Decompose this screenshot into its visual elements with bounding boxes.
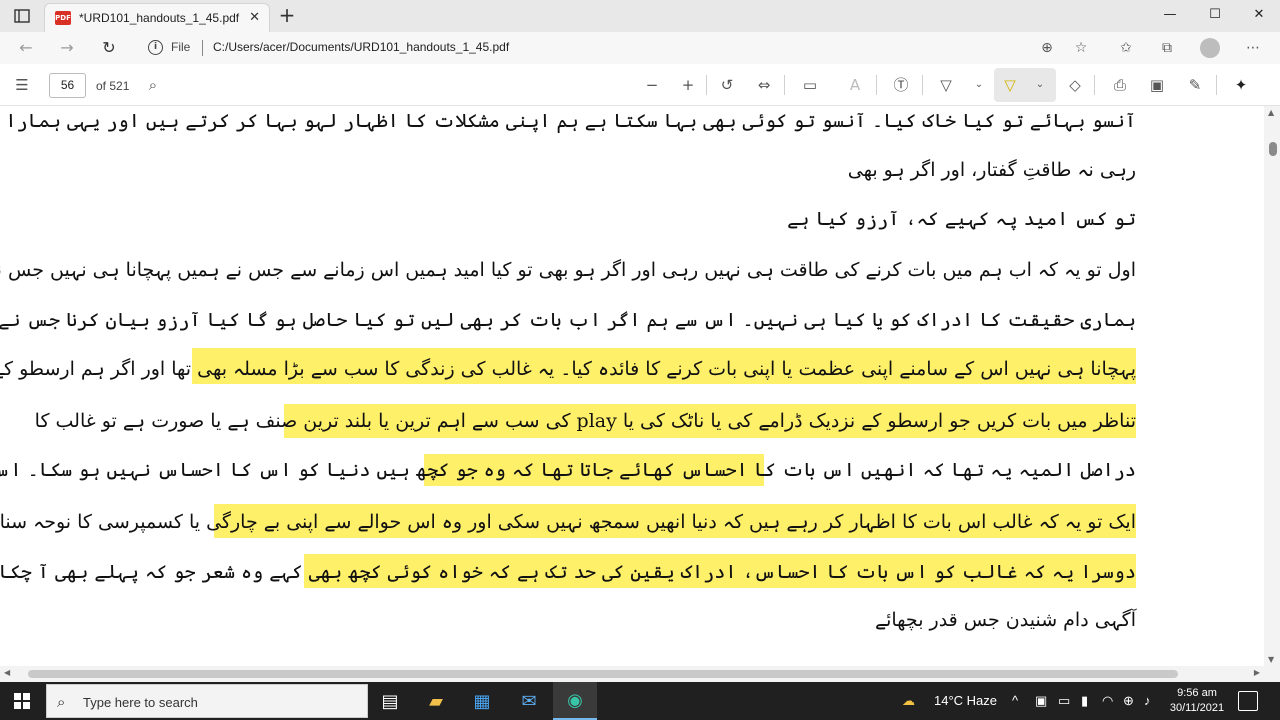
taskbar-search[interactable]: ⌕ Type here to search [46, 684, 368, 718]
collections-icon[interactable]: ⧉ [1156, 38, 1178, 58]
page-number-input[interactable]: 56 [49, 73, 86, 98]
toolbar-separator [706, 75, 707, 95]
tray-app-icon[interactable]: ▭ [1058, 682, 1070, 720]
windows-logo-icon [14, 693, 30, 709]
favorites-icon[interactable]: ✩ [1115, 38, 1137, 58]
toolbar-separator [922, 75, 923, 95]
profile-avatar[interactable] [1200, 38, 1220, 58]
pin-toolbar-icon[interactable]: ✦ [1229, 74, 1253, 96]
text-line: آگہی دام شنیدن جس قدر بچھائے [874, 609, 1136, 631]
weather-icon[interactable]: ☁ [902, 682, 915, 720]
text-line: تو کس امید پہ کہیے کہ، آرزو کیا ہے [787, 208, 1136, 230]
clock-time: 9:56 am [1177, 687, 1217, 699]
text-line: پہچانا ہی نہیں اس کے سامنے اپنی عظمت یا … [0, 358, 1136, 380]
scroll-right-icon[interactable]: ▶ [1254, 668, 1260, 677]
erase-icon[interactable]: ◇ [1063, 74, 1087, 96]
task-view-icon[interactable]: ▤ [368, 682, 412, 720]
zoom-out-icon[interactable]: − [640, 74, 664, 96]
fit-page-icon[interactable]: ⇔ [752, 74, 776, 96]
pdf-document-page[interactable]: آنسو بہائے تو کیا خاک کیا۔ آنسو تو کوئی … [0, 106, 1264, 666]
page-view-icon[interactable]: ▭ [798, 74, 822, 96]
text-line: اول تو یہ کہ اب ہم میں بات کرنے کی طاقت … [0, 259, 1136, 281]
text-line: دراصل المیہ یہ تھا کہ انھیں اس بات کا اح… [0, 459, 1136, 481]
text-line: ہماری حقیقت کا ادراک کو یا کیا ہی نہیں۔ … [0, 309, 1136, 331]
text-line: ایک تو یہ کہ غالب اس بات کا اظہار کر رہے… [0, 511, 1136, 533]
contents-list-icon[interactable]: ☰ [10, 74, 34, 96]
toolbar-separator [876, 75, 877, 95]
pdf-toolbar: ☰ 56 of 521 ⌕ − + ↺ ⇔ ▭ A Ⓣ ▽ ⌄ ▽ ⌄ ◇ ⎙ … [0, 64, 1280, 106]
forward-arrow-icon[interactable]: → [55, 37, 79, 59]
more-options-icon[interactable]: ⋯ [1242, 38, 1264, 58]
start-button[interactable] [0, 682, 44, 720]
save-icon[interactable]: ▣ [1145, 74, 1169, 96]
store-icon[interactable]: ▦ [460, 682, 504, 720]
tab-close-icon[interactable]: ✕ [249, 10, 260, 25]
search-icon[interactable]: ⌕ [141, 74, 165, 96]
clock-date: 30/11/2021 [1169, 702, 1225, 714]
battery-icon[interactable]: ▮ [1081, 682, 1088, 720]
new-tab-button[interactable]: + [276, 4, 298, 26]
scroll-up-icon[interactable]: ▲ [1268, 108, 1274, 117]
url-separator [202, 40, 203, 56]
windows-taskbar: ⌕ Type here to search ▤ ▰ ▦ ✉ ◉ ☁ 14°C H… [0, 682, 1280, 720]
highlight-dropdown-icon[interactable]: ⌄ [1028, 74, 1052, 96]
save-as-icon[interactable]: ✎ [1183, 74, 1207, 96]
text-line: دوسرا یہ کہ غالب کو اس بات کا احساس، ادر… [0, 561, 1136, 583]
highlight-tool-button[interactable]: ▽ ⌄ [994, 68, 1056, 102]
scroll-down-icon[interactable]: ▼ [1268, 655, 1274, 664]
clock[interactable]: 9:56 am 30/11/2021 [1164, 686, 1230, 716]
edge-browser-icon[interactable]: ◉ [553, 682, 597, 720]
text-line: آنسو بہائے تو کیا خاک کیا۔ آنسو تو کوئی … [0, 110, 1136, 132]
horizontal-scroll-thumb[interactable] [28, 670, 1178, 678]
mail-icon[interactable]: ✉ [507, 682, 551, 720]
info-icon[interactable]: i [148, 40, 163, 55]
vertical-scroll-thumb[interactable] [1269, 142, 1277, 156]
url-text[interactable]: C:/Users/acer/Documents/URD101_handouts_… [213, 40, 509, 54]
horizontal-scrollbar[interactable]: ◀ ▶ [0, 666, 1280, 682]
toolbar-separator [1094, 75, 1095, 95]
draw-dropdown-icon[interactable]: ⌄ [967, 74, 991, 96]
tab-strip: PDF *URD101_handouts_1_45.pdf ✕ + — ☐ ✕ [0, 0, 1280, 32]
scroll-left-icon[interactable]: ◀ [4, 668, 10, 677]
address-bar: ← → ↻ i File C:/Users/acer/Documents/URD… [0, 32, 1280, 64]
search-icon: ⌕ [57, 693, 66, 711]
page-count: of 521 [96, 79, 130, 93]
file-explorer-icon[interactable]: ▰ [414, 682, 458, 720]
rotate-icon[interactable]: ↺ [715, 74, 739, 96]
text-box-icon[interactable]: Ⓣ [889, 74, 913, 96]
vertical-scrollbar[interactable]: ▲ ▼ [1264, 106, 1280, 666]
text-line: رہی نہ طاقتِ گفتار، اور اگر ہو بھی [847, 159, 1136, 181]
weather-text[interactable]: 14°C Haze [934, 682, 997, 720]
wifi-icon[interactable]: ◠ [1102, 682, 1113, 720]
zoom-icon[interactable]: ⊕ [1036, 38, 1058, 58]
back-arrow-icon[interactable]: ← [14, 37, 38, 59]
file-scheme-label: File [171, 40, 191, 54]
tab-title: *URD101_handouts_1_45.pdf [79, 11, 240, 25]
draw-icon[interactable]: ▽ [934, 74, 958, 96]
show-hidden-icons[interactable]: ^ [1012, 682, 1018, 720]
refresh-icon[interactable]: ↻ [97, 37, 121, 59]
tray-app-icon[interactable]: ▣ [1035, 682, 1047, 720]
pdf-file-icon: PDF [55, 11, 71, 25]
tab-active-pdf[interactable]: PDF *URD101_handouts_1_45.pdf ✕ [44, 3, 270, 32]
url-field[interactable]: i File C:/Users/acer/Documents/URD101_ha… [138, 35, 1100, 61]
search-placeholder: Type here to search [83, 695, 198, 710]
text-line: تناظر میں بات کریں جو ارسطو کے نزدیک ڈرا… [34, 410, 1136, 432]
close-window-button[interactable]: ✕ [1239, 4, 1279, 26]
toolbar-separator [1216, 75, 1217, 95]
volume-icon[interactable]: ♪ [1144, 682, 1151, 720]
zoom-in-icon[interactable]: + [676, 74, 700, 96]
highlighter-icon: ▽ [1004, 76, 1016, 94]
maximize-button[interactable]: ☐ [1195, 4, 1235, 26]
toolbar-separator [784, 75, 785, 95]
minimize-button[interactable]: — [1150, 4, 1190, 26]
read-aloud-icon[interactable]: A [843, 74, 867, 96]
language-globe-icon[interactable]: ⊕ [1123, 682, 1134, 720]
window-menu-icon[interactable] [12, 7, 32, 25]
add-favorite-icon[interactable]: ☆ [1070, 38, 1092, 58]
app-window: PDF *URD101_handouts_1_45.pdf ✕ + — ☐ ✕ … [0, 0, 1280, 720]
print-icon[interactable]: ⎙ [1108, 74, 1132, 96]
notifications-icon[interactable] [1238, 691, 1258, 711]
